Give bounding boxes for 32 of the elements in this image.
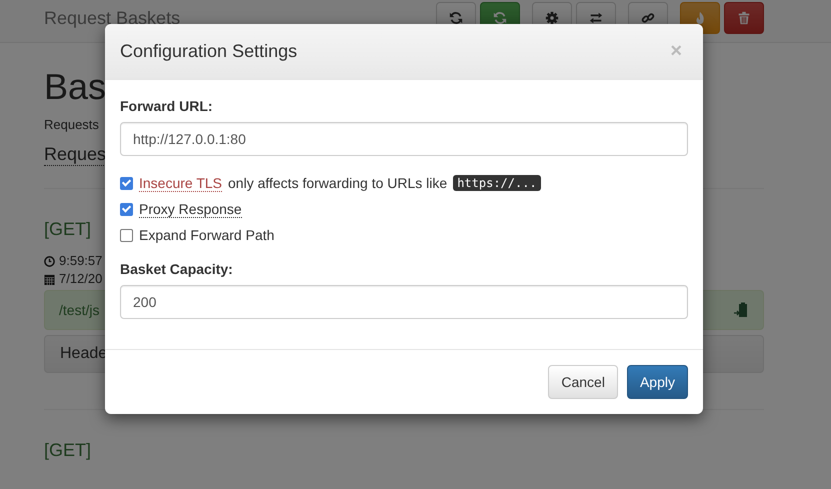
checkbox[interactable]	[120, 228, 133, 242]
field-label: Basket Capacity:	[120, 261, 234, 277]
page-heading: Bas	[44, 65, 106, 109]
clock-icon	[44, 256, 55, 266]
request-time: 9:59:57	[59, 252, 102, 270]
request-date: 7/12/20	[59, 270, 102, 288]
request-method: [GET]	[44, 219, 92, 240]
capacity-field[interactable]: 200	[120, 285, 688, 319]
checkbox[interactable]	[120, 202, 133, 216]
trash-button[interactable]	[724, 2, 764, 34]
checkbox[interactable]	[120, 176, 133, 190]
option-label: Proxy Response	[139, 200, 242, 218]
forward-url-field[interactable]: http://127.0.0.1:80	[120, 122, 688, 156]
link-icon	[641, 11, 655, 25]
calendar-icon	[44, 274, 55, 284]
apply-button[interactable]: Apply	[626, 365, 688, 399]
code-sample: https://...	[453, 175, 541, 191]
clipboard-icon[interactable]	[734, 302, 748, 318]
panel-heading[interactable]: Heade	[60, 345, 108, 363]
page-subtitle: Requests	[44, 117, 99, 132]
arrows-icon	[449, 11, 463, 25]
arrows-icon	[493, 11, 507, 25]
field-label: Forward URL:	[120, 98, 214, 114]
modal-title: Configuration Settings	[120, 41, 298, 62]
request-path: /test/js	[59, 302, 100, 318]
cancel-button[interactable]: Cancel	[548, 365, 618, 399]
exchange-icon	[589, 11, 603, 25]
option-label: Insecure TLS	[139, 174, 222, 192]
request-method: [GET]	[44, 440, 92, 461]
option-note: only affects forwarding to URLs like	[228, 175, 448, 191]
option-label: Expand Forward Path	[139, 227, 274, 243]
trash-icon	[737, 11, 751, 25]
